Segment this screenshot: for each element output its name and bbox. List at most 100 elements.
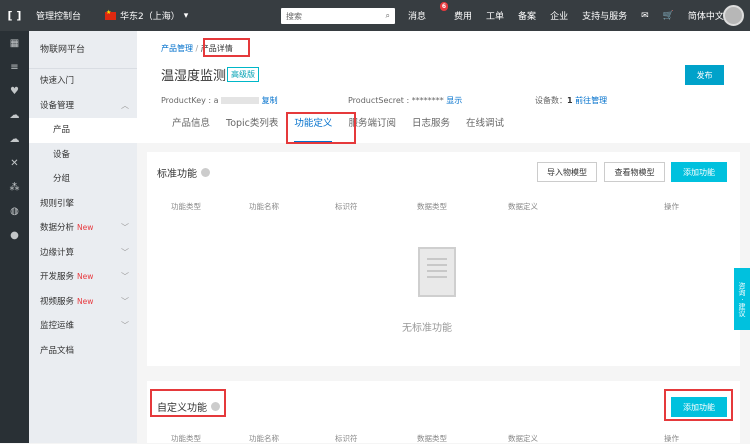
- custom-functions-card: 自定义功能 添加功能 功能类型 功能名称 标识符 数据类型 数据定义 操作: [147, 381, 740, 443]
- product-secret-label: ProductSecret : ********: [348, 96, 444, 105]
- nav-billing[interactable]: 费用: [454, 9, 472, 22]
- grid-icon[interactable]: ▦: [0, 31, 29, 55]
- help-icon[interactable]: [201, 168, 210, 177]
- top-bar: [ ] 管理控制台 华东2（上海）▾ 搜索 ⌕ 消息 6 费用 工单 备案 企业 支…: [0, 0, 750, 31]
- col-function-type: 功能类型: [171, 202, 201, 211]
- console-link[interactable]: 管理控制台: [36, 9, 81, 22]
- search-icon[interactable]: ⌕: [386, 11, 390, 21]
- circle-icon[interactable]: ●: [0, 223, 29, 247]
- new-badge: New: [77, 272, 94, 281]
- sidebar-item-dev-services[interactable]: 开发服务 New ﹀: [29, 265, 137, 290]
- import-model-button[interactable]: 导入物模型: [537, 162, 597, 182]
- device-count-value: 1: [567, 96, 573, 105]
- breadcrumb-separator: /: [195, 44, 199, 53]
- sidebar-item-label: 边缘计算: [40, 247, 75, 258]
- sidebar-item-product[interactable]: 产品: [29, 118, 137, 143]
- col-data-type: 数据类型: [417, 202, 447, 211]
- chevron-up-icon: ︿: [121, 100, 129, 110]
- sidebar-item-monitoring[interactable]: 监控运维 ﹀: [29, 314, 137, 339]
- sidebar-item-docs[interactable]: 产品文档: [29, 339, 137, 364]
- china-flag-icon: [105, 9, 117, 20]
- copy-link[interactable]: 复制: [262, 96, 278, 105]
- chevron-down-icon: ﹀: [121, 223, 129, 232]
- sidebar-item-label: 分组: [53, 174, 71, 184]
- tab-log-service[interactable]: 日志服务: [412, 115, 450, 143]
- main-content: 产品管理 / 产品详情 温湿度监测 高级版 发布 ProductKey : a …: [137, 31, 750, 443]
- empty-document-icon: [405, 247, 468, 322]
- chevron-down-icon: ﹀: [121, 247, 129, 257]
- sidebar-title: 物联网平台: [29, 31, 137, 69]
- top-nav: 消息 6 费用 工单 备案 企业 支持与服务 ✉ 🛒 简体中文: [408, 0, 738, 31]
- col-function-type: 功能类型: [171, 434, 201, 443]
- sidebar-item-device-mgmt[interactable]: 设备管理 ︿: [29, 94, 137, 119]
- region-selector[interactable]: 华东2（上海）▾: [105, 9, 188, 22]
- product-header: 产品管理 / 产品详情 温湿度监测 高级版 发布 ProductKey : a …: [137, 31, 750, 144]
- nav-tickets[interactable]: 工单: [486, 9, 504, 22]
- globe-icon[interactable]: ◍: [0, 199, 29, 223]
- highlight-box: [150, 389, 226, 417]
- highlight-box: [286, 112, 356, 144]
- redacted-key: [221, 97, 260, 104]
- sidebar-item-video[interactable]: 视频服务 New ﹀: [29, 290, 137, 315]
- sidebar-item-quickstart[interactable]: 快速入门: [29, 69, 137, 94]
- sidebar-item-label: 监控运维: [40, 321, 75, 331]
- search-input[interactable]: 搜索 ⌕: [281, 8, 395, 24]
- nav-icp[interactable]: 备案: [518, 9, 536, 22]
- cloud-upload-icon[interactable]: ☁: [0, 127, 29, 151]
- chevron-down-icon: ﹀: [121, 296, 129, 306]
- menu-icon[interactable]: ≡: [0, 55, 29, 79]
- standard-functions-card: 标准功能 导入物模型 查看物模型 添加功能 功能类型 功能名称 标识符 数据类型…: [147, 152, 740, 366]
- heart-icon[interactable]: ♥: [0, 79, 29, 103]
- new-badge: New: [77, 296, 94, 306]
- new-badge: New: [77, 223, 94, 232]
- aliyun-logo-icon[interactable]: [ ]: [0, 0, 29, 31]
- feedback-button[interactable]: 咨询 · 建议: [734, 268, 750, 330]
- tab-product-info[interactable]: 产品信息: [172, 115, 210, 143]
- sidebar-item-label: 设备管理: [40, 100, 75, 111]
- publish-button[interactable]: 发布: [685, 65, 724, 85]
- highlight-box: [664, 389, 733, 421]
- standard-functions-title: 标准功能: [157, 165, 210, 180]
- show-secret-link[interactable]: 显示: [446, 96, 462, 105]
- col-data-type: 数据类型: [417, 434, 447, 443]
- network-icon[interactable]: ⁂: [0, 175, 29, 199]
- edition-tag: 高级版: [227, 67, 259, 82]
- sidebar-item-rules[interactable]: 规则引擎: [29, 192, 137, 217]
- sidebar-item-analytics[interactable]: 数据分析 New ﹀: [29, 216, 137, 241]
- caret-down-icon: ▾: [183, 10, 189, 21]
- tab-topic-list[interactable]: Topic类列表: [226, 115, 278, 143]
- sidebar-item-label: 设备: [53, 149, 71, 160]
- breadcrumb-root[interactable]: 产品管理: [161, 44, 193, 53]
- sidebar-item-edge[interactable]: 边缘计算 ﹀: [29, 241, 137, 266]
- add-function-button[interactable]: 添加功能: [671, 162, 727, 182]
- product-secret: ProductSecret : ******** 显示: [348, 95, 462, 106]
- mail-icon[interactable]: ✉: [641, 11, 649, 21]
- sidebar-item-device[interactable]: 设备: [29, 143, 137, 168]
- col-data-definition: 数据定义: [508, 202, 538, 211]
- product-icon-bar: ▦ ≡ ♥ ☁ ☁ ✕ ⁂ ◍ ●: [0, 31, 29, 443]
- cart-icon[interactable]: 🛒: [663, 11, 674, 21]
- nav-enterprise[interactable]: 企业: [550, 9, 568, 22]
- chevron-down-icon: ﹀: [121, 321, 129, 330]
- chevron-down-icon: ﹀: [121, 272, 129, 281]
- cloud-icon[interactable]: ☁: [0, 103, 29, 127]
- nav-messages[interactable]: 消息 6: [408, 2, 449, 22]
- sidebar-item-label: 开发服务: [40, 272, 75, 282]
- standard-functions-label: 标准功能: [157, 169, 197, 180]
- nav-messages-label: 消息: [408, 12, 427, 22]
- manage-link[interactable]: 前往管理: [575, 96, 607, 105]
- nav-support[interactable]: 支持与服务: [582, 9, 627, 22]
- tab-online-debug[interactable]: 在线调试: [466, 115, 504, 143]
- device-count: 设备数：1 前往管理: [535, 95, 607, 106]
- device-count-label: 设备数：: [535, 96, 567, 105]
- avatar[interactable]: [723, 5, 744, 26]
- language-selector[interactable]: 简体中文: [688, 9, 724, 22]
- col-actions: 操作: [664, 434, 679, 443]
- cross-icon[interactable]: ✕: [0, 151, 29, 175]
- sidebar-item-group[interactable]: 分组: [29, 167, 137, 192]
- search-placeholder: 搜索: [286, 11, 302, 21]
- view-model-button[interactable]: 查看物模型: [604, 162, 665, 182]
- sidebar-item-label: 数据分析: [40, 223, 75, 233]
- sidebar-item-label: 产品文档: [40, 345, 75, 356]
- page-title: 温湿度监测: [161, 69, 227, 84]
